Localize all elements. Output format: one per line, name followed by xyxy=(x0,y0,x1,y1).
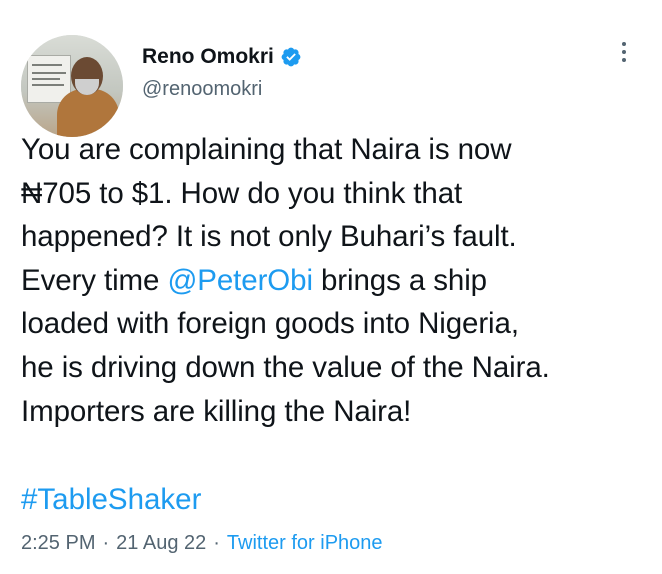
more-options-button[interactable] xyxy=(612,38,636,66)
tweet-text: You are complaining that Naira is now ₦7… xyxy=(21,128,646,433)
mention-suffix: brings a ship xyxy=(312,263,487,297)
author-name-row: Reno Omokri xyxy=(142,42,302,72)
author-display-name[interactable]: Reno Omokri xyxy=(142,45,274,69)
tweet-text-line: he is driving down the value of the Nair… xyxy=(21,350,550,384)
author-handle[interactable]: @renoomokri xyxy=(142,78,262,101)
tweet-card: Reno Omokri @renoomokri You are complain… xyxy=(0,0,662,574)
verified-badge-icon xyxy=(281,47,301,67)
tweet-time[interactable]: 2:25 PM xyxy=(21,532,95,555)
tweet-text-line: You are complaining that Naira is now xyxy=(21,133,512,166)
meta-separator: · xyxy=(213,532,220,554)
tweet-source-link[interactable]: Twitter for iPhone xyxy=(227,532,383,555)
avatar[interactable] xyxy=(21,35,123,137)
more-options-icon xyxy=(622,42,626,46)
more-options-icon-dot xyxy=(622,50,626,54)
tweet-date[interactable]: 21 Aug 22 xyxy=(116,532,206,555)
hashtag-link[interactable]: #TableShaker xyxy=(21,483,201,516)
tweet-text-line-with-mention: Every time @PeterObi brings a ship xyxy=(21,259,646,303)
tweet-text-line: ₦705 to $1. How do you think that xyxy=(21,176,463,210)
tweet-text-line: happened? It is not only Buhari’s fault. xyxy=(21,220,517,254)
mention-link-peterobi[interactable]: @PeterObi xyxy=(167,264,313,297)
tweet-metadata: 2:25 PM · 21 Aug 22 · Twitter for iPhone xyxy=(21,532,383,555)
hashtag-line: #TableShaker xyxy=(21,478,201,522)
meta-separator: · xyxy=(102,532,110,554)
more-options-icon-dot xyxy=(622,58,626,62)
mention-prefix: Every time xyxy=(21,263,168,297)
tweet-text-line: loaded with foreign goods into Nigeria, xyxy=(21,307,519,341)
tweet-text-line: Importers are killing the Naira! xyxy=(21,394,412,428)
